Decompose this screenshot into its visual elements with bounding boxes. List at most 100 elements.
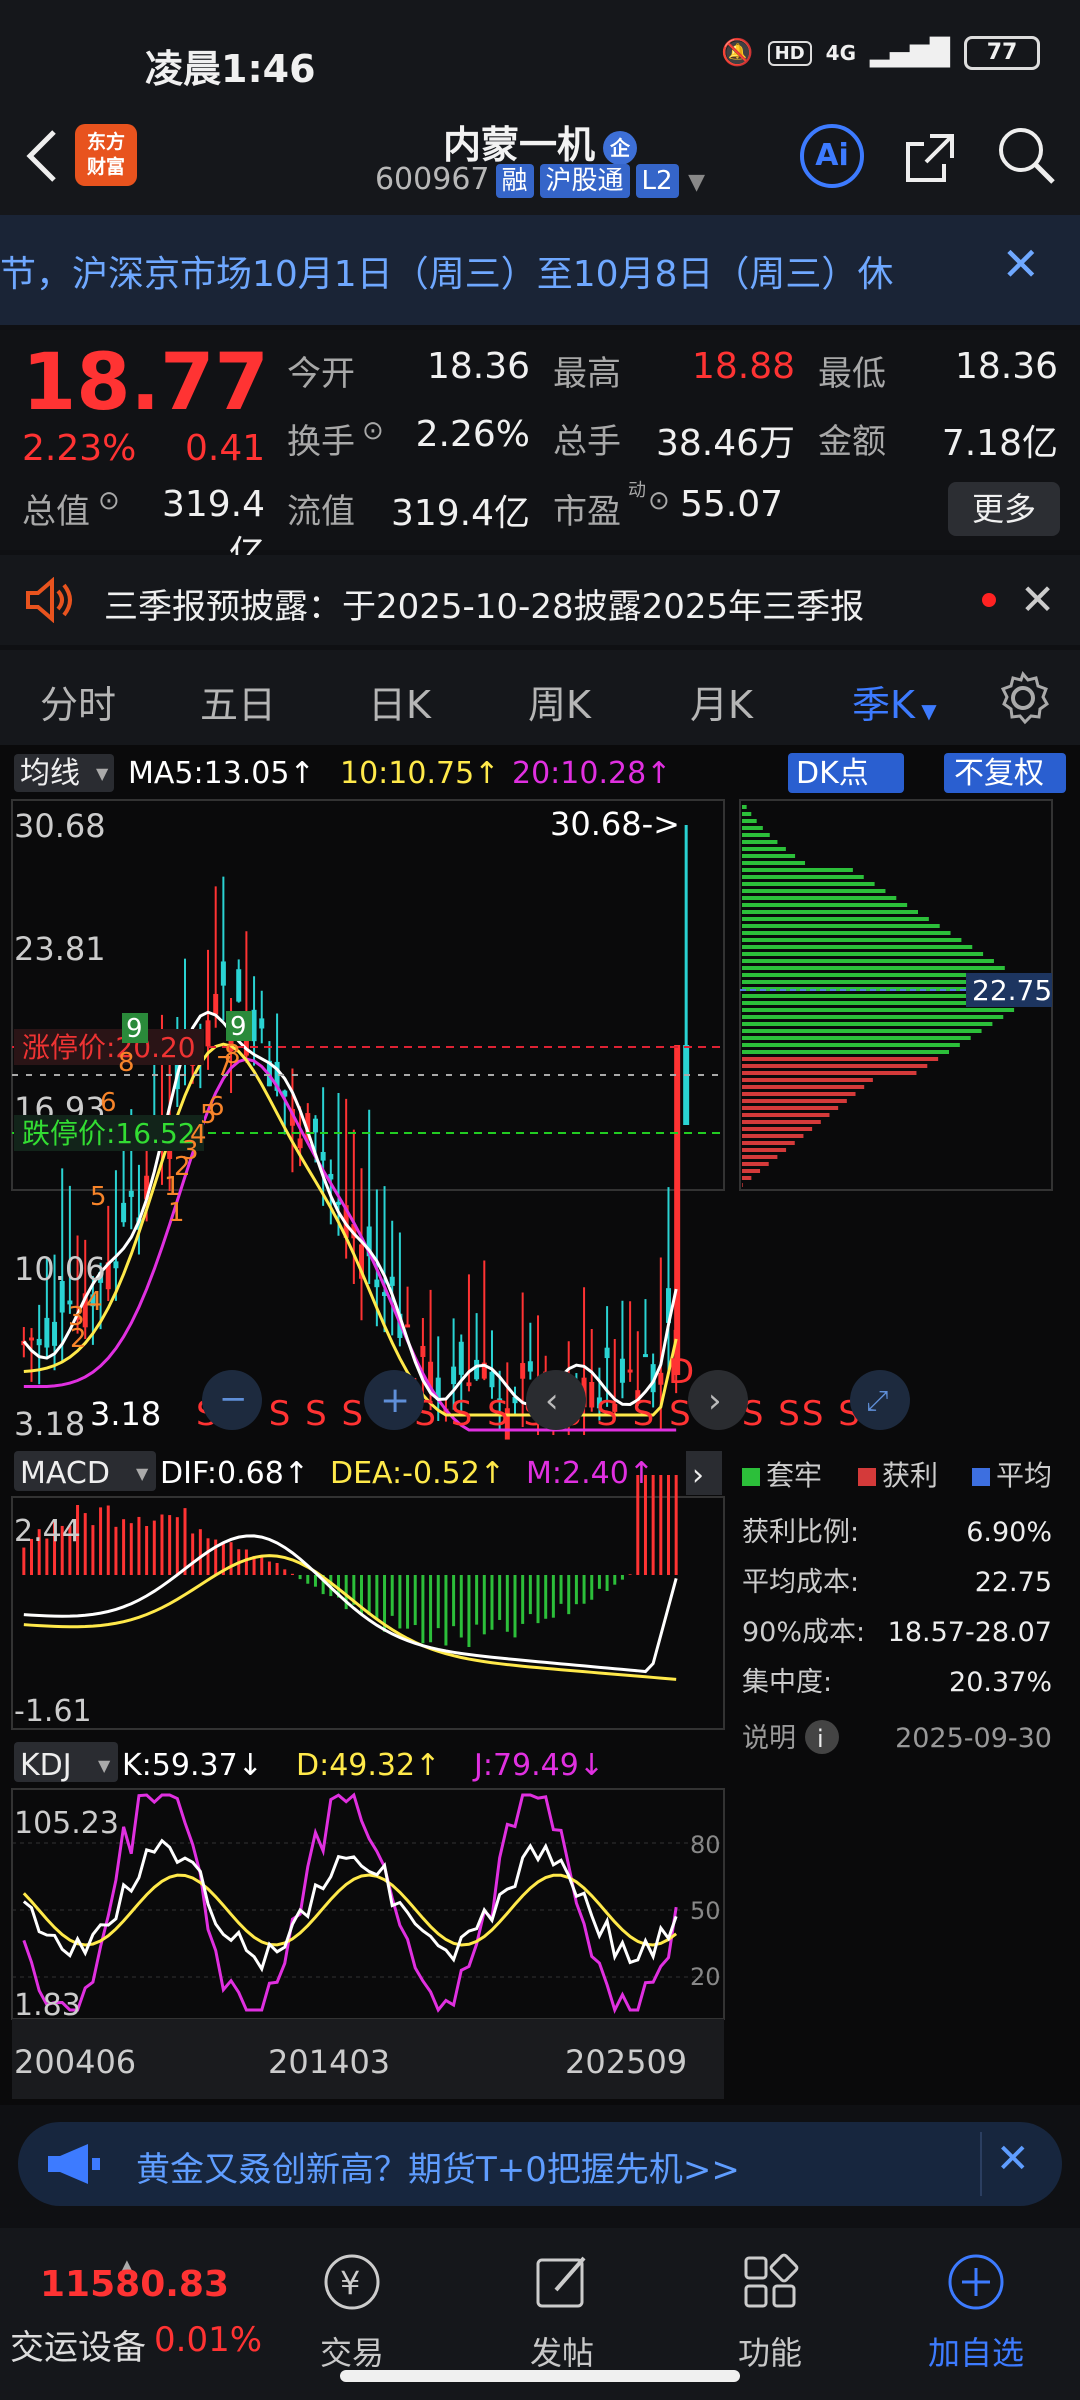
tab-weekly[interactable]: 周K: [528, 674, 591, 729]
kline-svg[interactable]: 均线 ▼ MA5:13.05↑ 10:10.75↑ 20:10.28↑ DK点 …: [0, 745, 1080, 2105]
candle-body: [374, 1279, 380, 1288]
turnover-value: 2.26%: [415, 414, 530, 455]
period-tabs: 分时 五日 日K 周K 月K 季K ▼: [0, 650, 1080, 745]
earnings-notice[interactable]: 三季报预披露：于2025-10-28披露2025年三季报 ✕: [0, 555, 1080, 645]
legend-avg: 平均: [996, 1459, 1052, 1492]
chip-bar: [742, 938, 962, 942]
chevron-right-icon: ›: [692, 1458, 704, 1493]
megaphone-icon: [48, 2144, 100, 2184]
info-icon[interactable]: ⊙: [362, 416, 384, 446]
more-button[interactable]: 更多: [948, 482, 1060, 536]
legend-trap: 套牢: [766, 1459, 822, 1492]
add-circle-icon[interactable]: [944, 2250, 1008, 2318]
candle-body: [44, 1317, 50, 1348]
chip-bar: [742, 952, 984, 956]
margin-tag: 融: [495, 164, 534, 198]
candle-body: [420, 1345, 426, 1357]
profit-swatch: [858, 1468, 876, 1486]
candle-body: [251, 1009, 257, 1042]
grid-icon[interactable]: [738, 2250, 802, 2318]
chip-explain-link[interactable]: 说明: [742, 1723, 796, 1754]
expand-icon: ⤢: [866, 1384, 888, 1417]
mcap-label: 总值: [22, 492, 90, 532]
float-value: 319.4亿: [390, 493, 530, 534]
chip-bar: [742, 847, 786, 851]
candle-body: [213, 993, 219, 1015]
ai-button[interactable]: Ai: [800, 124, 864, 188]
kline-chart-area[interactable]: 均线 ▼ MA5:13.05↑ 10:10.75↑ 20:10.28↑ DK点 …: [0, 745, 1080, 2105]
search-icon[interactable]: [995, 124, 1059, 188]
chip-bar: [742, 1183, 743, 1187]
chip-bar: [742, 1176, 752, 1180]
stock-header: 东方 财富 内蒙一机企 600967 融沪股通 L2 ▼ Ai: [0, 110, 1080, 215]
chip-bar: [742, 896, 897, 900]
trade-icon[interactable]: ¥: [320, 2250, 384, 2318]
plus-icon: +: [380, 1380, 410, 1421]
ad-banner[interactable]: 黄金又叒创新高？期货T+0把握先机>> ✕: [18, 2122, 1062, 2206]
add-watchlist-button[interactable]: 加自选: [896, 2328, 1056, 2374]
stock-name: 内蒙一机: [442, 123, 595, 167]
info-icon[interactable]: ⊙: [98, 486, 120, 516]
adjust-label: 不复权: [954, 756, 1044, 791]
dk-label: DK点: [796, 756, 869, 791]
chip-bar: [742, 959, 994, 963]
level2-tag[interactable]: L2: [635, 164, 679, 198]
chip-bar: [742, 1155, 778, 1159]
high-label: 最高: [553, 354, 621, 394]
home-indicator[interactable]: [340, 2370, 740, 2382]
float-label: 流值: [287, 492, 355, 532]
chip-bar: [742, 1113, 830, 1117]
share-icon[interactable]: [900, 128, 960, 188]
index-value[interactable]: 11580.83: [40, 2264, 229, 2305]
close-icon[interactable]: ✕: [1020, 575, 1055, 624]
chip-bar: [742, 1015, 1004, 1019]
macd-top: 2.44: [14, 1514, 81, 1549]
chip-bar: [742, 1169, 761, 1173]
kdj-level-20: 20: [690, 1963, 721, 1991]
min-note: 3.18: [90, 1395, 161, 1433]
chip-bar: [742, 1043, 960, 1047]
close-icon[interactable]: ✕: [1001, 237, 1040, 291]
info-icon[interactable]: ⊙: [648, 486, 670, 516]
kdj-level-80: 80: [690, 1831, 721, 1859]
chip-bar: [742, 833, 770, 837]
last-price: 18.77: [22, 338, 269, 428]
chevron-down-icon: ▼: [96, 764, 109, 783]
edit-icon[interactable]: [530, 2250, 594, 2318]
kdj-top: 105.23: [14, 1806, 119, 1841]
candle-body: [220, 961, 226, 986]
chip-bar: [742, 1050, 949, 1054]
chip-bar: [742, 812, 752, 816]
chip-bar: [742, 1141, 795, 1145]
settings-gear-icon[interactable]: [995, 670, 1051, 726]
candle-body: [121, 1202, 127, 1223]
ma5-label: MA5:13.05↑: [128, 756, 315, 791]
post-button[interactable]: 发帖: [482, 2328, 642, 2374]
chip-bar: [742, 1148, 787, 1152]
volume-label: 总手: [553, 422, 621, 462]
candle-body: [36, 1338, 42, 1346]
chip-bar: [742, 1106, 839, 1110]
chip-bar: [742, 875, 864, 879]
trade-button[interactable]: 交易: [272, 2328, 432, 2374]
tab-five-day[interactable]: 五日: [200, 674, 276, 729]
tab-quarterly[interactable]: 季K ▼: [852, 674, 937, 729]
tab-daily[interactable]: 日K: [368, 674, 431, 729]
dropdown-icon[interactable]: ▼: [688, 170, 705, 195]
tab-monthly[interactable]: 月K: [690, 674, 753, 729]
index-name[interactable]: 交运设备: [10, 2320, 146, 2369]
function-button[interactable]: 功能: [690, 2328, 850, 2374]
macd-histogram: [22, 1475, 678, 1681]
avg-cost-value: 22.75: [972, 974, 1052, 1007]
chip-row-label: 集中度:: [742, 1667, 832, 1698]
candle-body: [297, 1138, 303, 1149]
close-icon[interactable]: ✕: [996, 2136, 1030, 2182]
chip-row-value: 18.57-28.07: [888, 1617, 1052, 1648]
candle-body: [128, 1190, 134, 1197]
chevron-right-icon: ›: [708, 1381, 722, 1421]
holiday-notice[interactable]: 节，沪深京市场10月1日（周三）至10月8日（周三）休 ✕: [0, 215, 1080, 325]
candle-body: [527, 1361, 533, 1372]
tab-minute[interactable]: 分时: [40, 674, 116, 729]
pe-dynamic-mark: 动: [628, 480, 646, 501]
x-label-start: 200406: [14, 2043, 136, 2081]
